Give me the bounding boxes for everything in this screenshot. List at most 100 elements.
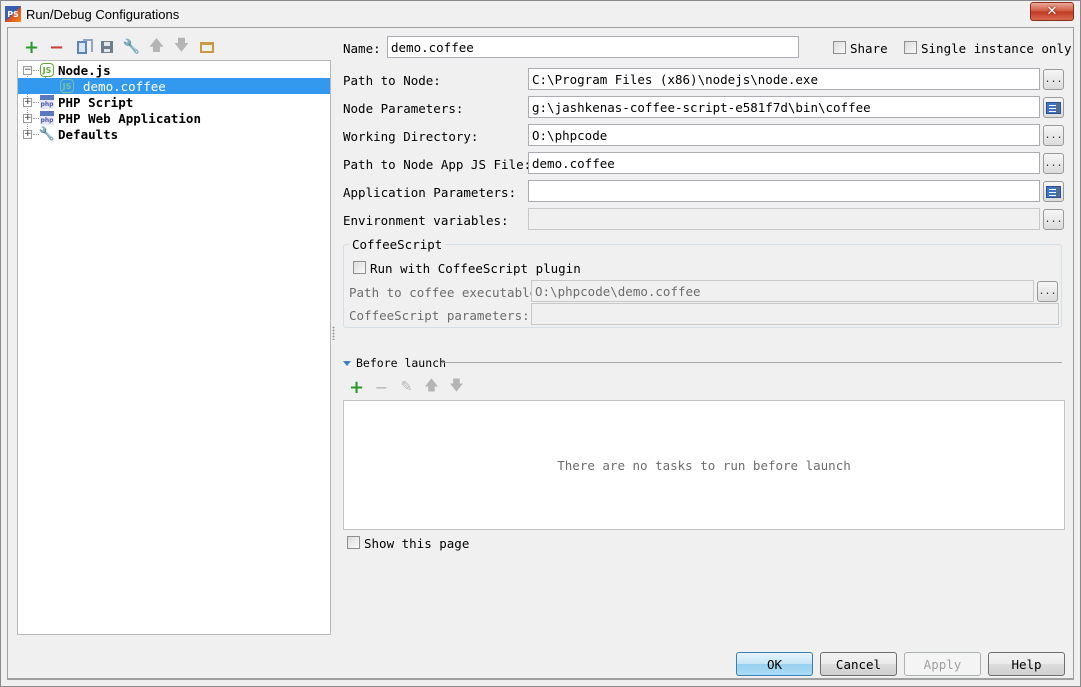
arrow-down-icon: 🡇 <box>449 378 464 394</box>
minus-icon: − <box>374 377 389 397</box>
tree-item-php-script[interactable]: + php PHP Script <box>18 94 330 110</box>
single-instance-checkbox[interactable] <box>904 41 917 54</box>
before-launch-title: Before launch <box>356 356 447 370</box>
path-to-node-label: Path to Node: <box>343 73 441 88</box>
browse-working-directory-button[interactable]: ... <box>1043 125 1064 146</box>
move-down-button[interactable]: 🡇 <box>169 35 194 57</box>
edit-defaults-button[interactable]: 🔧 <box>119 37 144 57</box>
move-task-up-button[interactable]: 🡅 <box>419 375 444 399</box>
expand-icon[interactable]: + <box>23 113 32 123</box>
coffeescript-parameters-input[interactable] <box>531 303 1059 325</box>
name-label: Name: <box>343 41 381 56</box>
expand-node-parameters-button[interactable] <box>1043 97 1064 118</box>
copy-icon <box>76 38 93 54</box>
expand-editor-icon <box>1046 185 1061 198</box>
coffee-path-input[interactable]: O:\phpcode\demo.coffee <box>531 280 1034 302</box>
environment-variables-label: Environment variables: <box>343 213 509 228</box>
working-directory-label: Working Directory: <box>343 129 479 144</box>
remove-task-button[interactable]: − <box>369 378 394 397</box>
collapse-icon[interactable]: − <box>23 65 32 75</box>
application-parameters-input[interactable] <box>528 180 1040 202</box>
config-tree[interactable]: − JS Node.js JS demo.coffee + php PHP Sc… <box>17 60 331 635</box>
ellipsis-icon: ... <box>1044 158 1063 169</box>
cancel-button[interactable]: Cancel <box>820 652 897 676</box>
node-parameters-input[interactable]: g:\jashkenas-coffee-script-e581f7d\bin\c… <box>528 96 1040 118</box>
splitter-handle[interactable] <box>332 326 335 340</box>
folder-button[interactable] <box>194 37 219 57</box>
tree-line <box>33 102 39 103</box>
window-title: Run/Debug Configurations <box>26 6 180 22</box>
close-button[interactable]: ✕ <box>1030 2 1074 21</box>
nodejs-icon: JS <box>40 63 54 77</box>
working-directory-input[interactable]: O:\phpcode <box>528 124 1040 146</box>
before-launch-task-list[interactable]: There are no tasks to run before launch <box>343 400 1065 530</box>
tree-item-label: PHP Script <box>58 94 134 110</box>
php-script-icon: php <box>40 95 54 109</box>
title-bar: PS Run/Debug Configurations ✕ <box>1 1 1080 27</box>
tree-item-label: Node.js <box>58 62 111 78</box>
run-with-coffeescript-checkbox[interactable] <box>353 261 366 274</box>
arrow-down-icon: 🡇 <box>173 35 190 54</box>
ok-label: OK <box>766 656 783 672</box>
edit-task-button[interactable]: ✎ <box>394 379 419 395</box>
save-icon <box>100 41 113 53</box>
run-with-coffeescript-label: Run with CoffeeScript plugin <box>370 261 581 276</box>
tree-item-defaults[interactable]: + 🔧 Defaults <box>18 126 330 142</box>
share-label: Share <box>850 41 888 56</box>
help-button[interactable]: Help <box>988 652 1065 676</box>
collapse-triangle-icon <box>343 360 351 366</box>
folder-icon <box>199 41 214 53</box>
ok-button[interactable]: OK <box>736 652 813 676</box>
tree-item-label: demo.coffee <box>83 78 166 94</box>
browse-coffee-path-button[interactable]: ... <box>1037 281 1058 302</box>
tree-item-demo-coffee[interactable]: JS demo.coffee <box>18 78 330 94</box>
copy-config-button[interactable] <box>69 37 94 57</box>
add-task-button[interactable]: + <box>344 377 369 398</box>
node-parameters-label: Node Parameters: <box>343 101 464 116</box>
expand-application-parameters-button[interactable] <box>1043 181 1064 202</box>
apply-button[interactable]: Apply <box>904 652 981 676</box>
expand-icon[interactable]: + <box>23 129 32 139</box>
path-to-node-input[interactable]: C:\Program Files (x86)\nodejs\node.exe <box>528 68 1040 90</box>
tree-line <box>33 70 39 71</box>
empty-tasks-text: There are no tasks to run before launch <box>557 457 851 473</box>
coffeescript-parameters-label: CoffeeScript parameters: <box>349 308 530 323</box>
move-up-button[interactable]: 🡅 <box>144 35 169 57</box>
share-checkbox[interactable] <box>833 41 846 54</box>
apply-label: Apply <box>923 656 962 672</box>
tree-item-php-web-application[interactable]: + php PHP Web Application <box>18 110 330 126</box>
ellipsis-icon: ... <box>1044 74 1063 85</box>
js-file-label: Path to Node App JS File: <box>343 157 532 172</box>
browse-node-button[interactable]: ... <box>1043 69 1064 90</box>
wrench-icon: 🔧 <box>38 126 56 142</box>
ellipsis-icon: ... <box>1044 214 1063 225</box>
environment-variables-input[interactable] <box>528 208 1040 230</box>
arrow-up-icon: 🡅 <box>424 378 439 394</box>
show-page-label: Show this page <box>364 536 470 551</box>
phpstorm-icon: PS <box>5 6 21 22</box>
help-label: Help <box>1011 656 1042 672</box>
before-launch-header[interactable]: Before launch <box>343 356 446 370</box>
expand-editor-icon <box>1046 101 1061 114</box>
php-web-icon: php <box>40 111 54 125</box>
expand-icon[interactable]: + <box>23 97 32 107</box>
tree-line <box>33 118 39 119</box>
save-config-button[interactable] <box>94 37 119 57</box>
remove-config-button[interactable]: − <box>44 36 69 58</box>
browse-js-file-button[interactable]: ... <box>1043 153 1064 174</box>
js-file-input[interactable]: demo.coffee <box>528 152 1040 174</box>
arrow-up-icon: 🡅 <box>148 35 165 54</box>
edit-environment-variables-button[interactable]: ... <box>1043 209 1064 230</box>
config-toolbar: + − 🔧 🡅 🡇 <box>19 35 219 58</box>
close-icon: ✕ <box>1046 4 1058 19</box>
ellipsis-icon: ... <box>1044 130 1063 141</box>
plus-icon: + <box>348 376 365 398</box>
name-input[interactable]: demo.coffee <box>387 36 799 58</box>
tree-item-label: Defaults <box>58 126 119 142</box>
minus-icon: − <box>48 36 65 58</box>
tree-item-nodejs[interactable]: − JS Node.js <box>18 62 330 78</box>
move-task-down-button[interactable]: 🡇 <box>444 375 469 399</box>
show-page-checkbox[interactable] <box>347 536 360 549</box>
add-config-button[interactable]: + <box>19 37 44 58</box>
ellipsis-icon: ... <box>1038 286 1057 297</box>
